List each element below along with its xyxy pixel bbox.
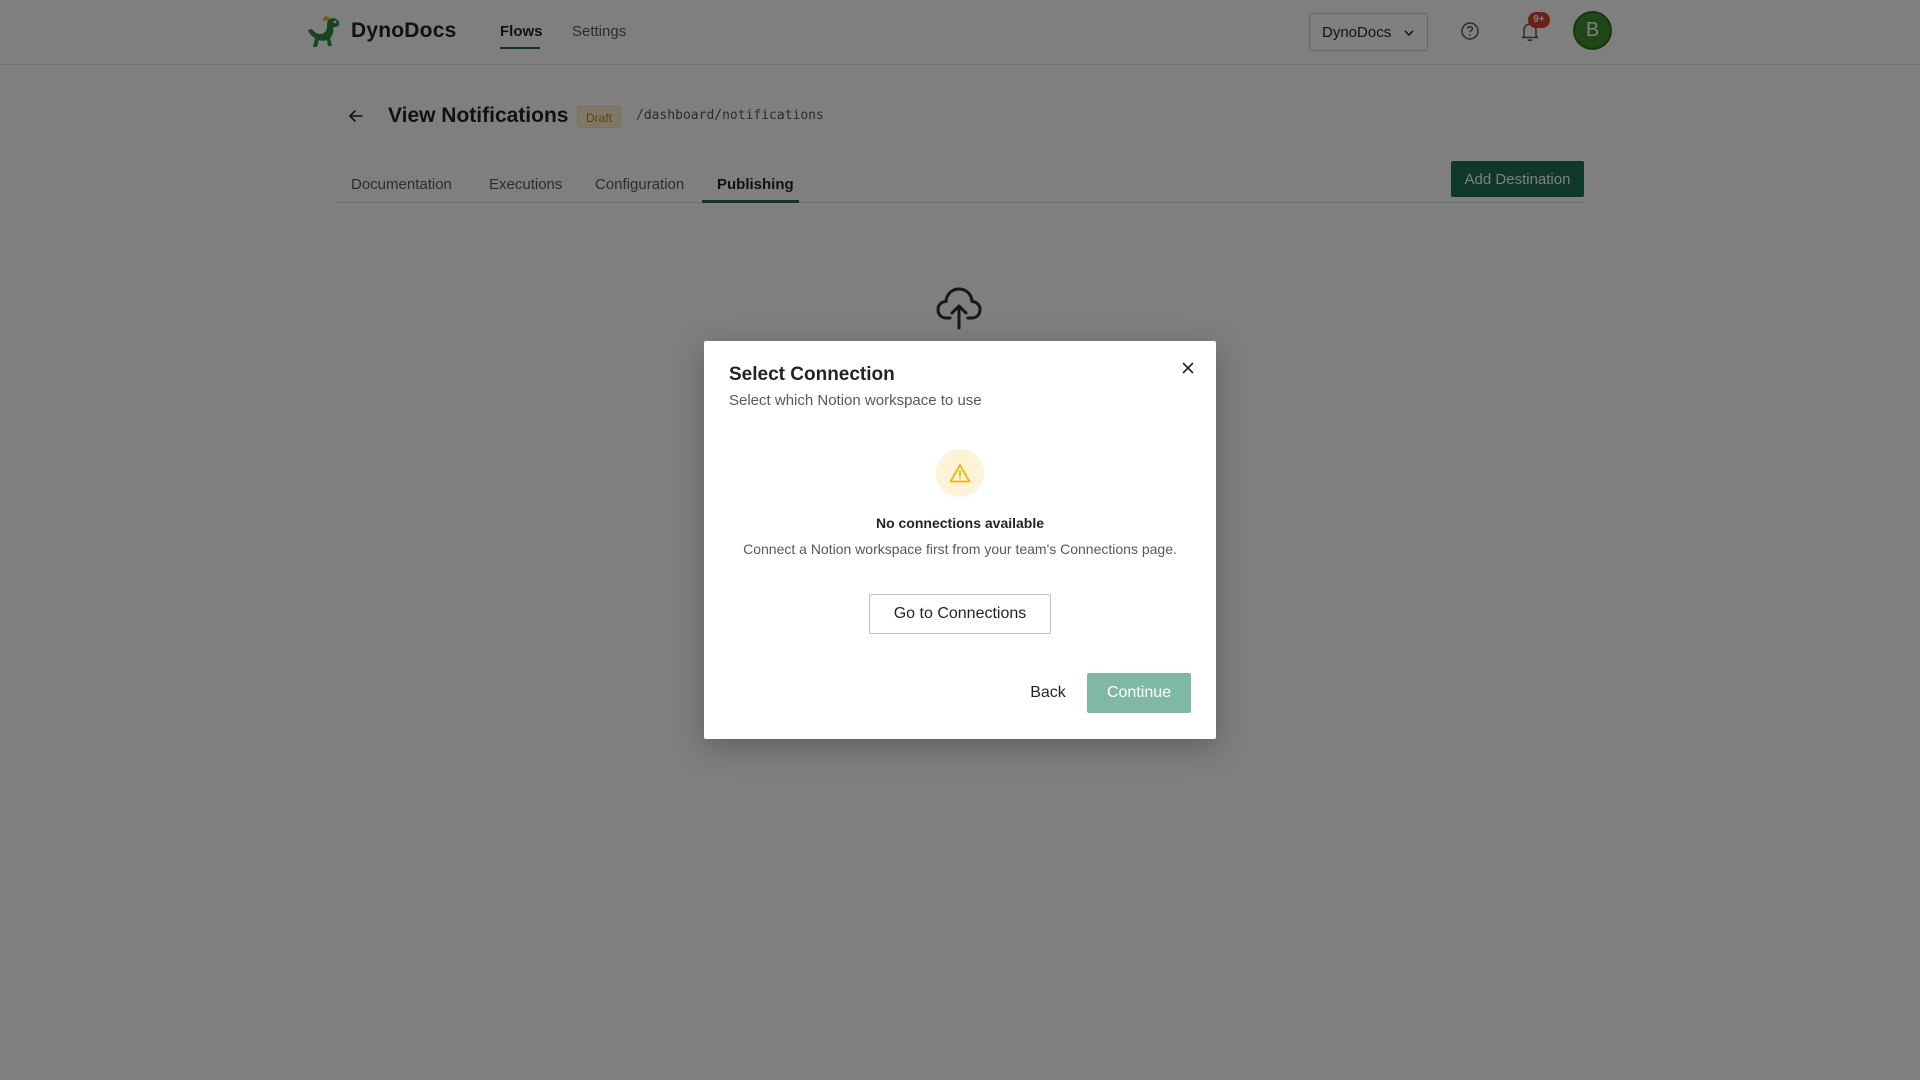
warning-icon xyxy=(936,449,984,497)
back-button[interactable]: Back xyxy=(1016,673,1080,713)
dialog-subtitle: Select which Notion workspace to use xyxy=(729,392,982,409)
go-to-connections-button[interactable]: Go to Connections xyxy=(869,594,1051,634)
select-connection-dialog: Select Connection Select which Notion wo… xyxy=(704,341,1216,739)
empty-state-title: No connections available xyxy=(875,515,1045,531)
continue-button[interactable]: Continue xyxy=(1087,673,1191,713)
close-icon[interactable] xyxy=(1177,357,1199,379)
empty-state-description: Connect a Notion workspace first from yo… xyxy=(743,541,1177,557)
dialog-title: Select Connection xyxy=(729,364,895,385)
